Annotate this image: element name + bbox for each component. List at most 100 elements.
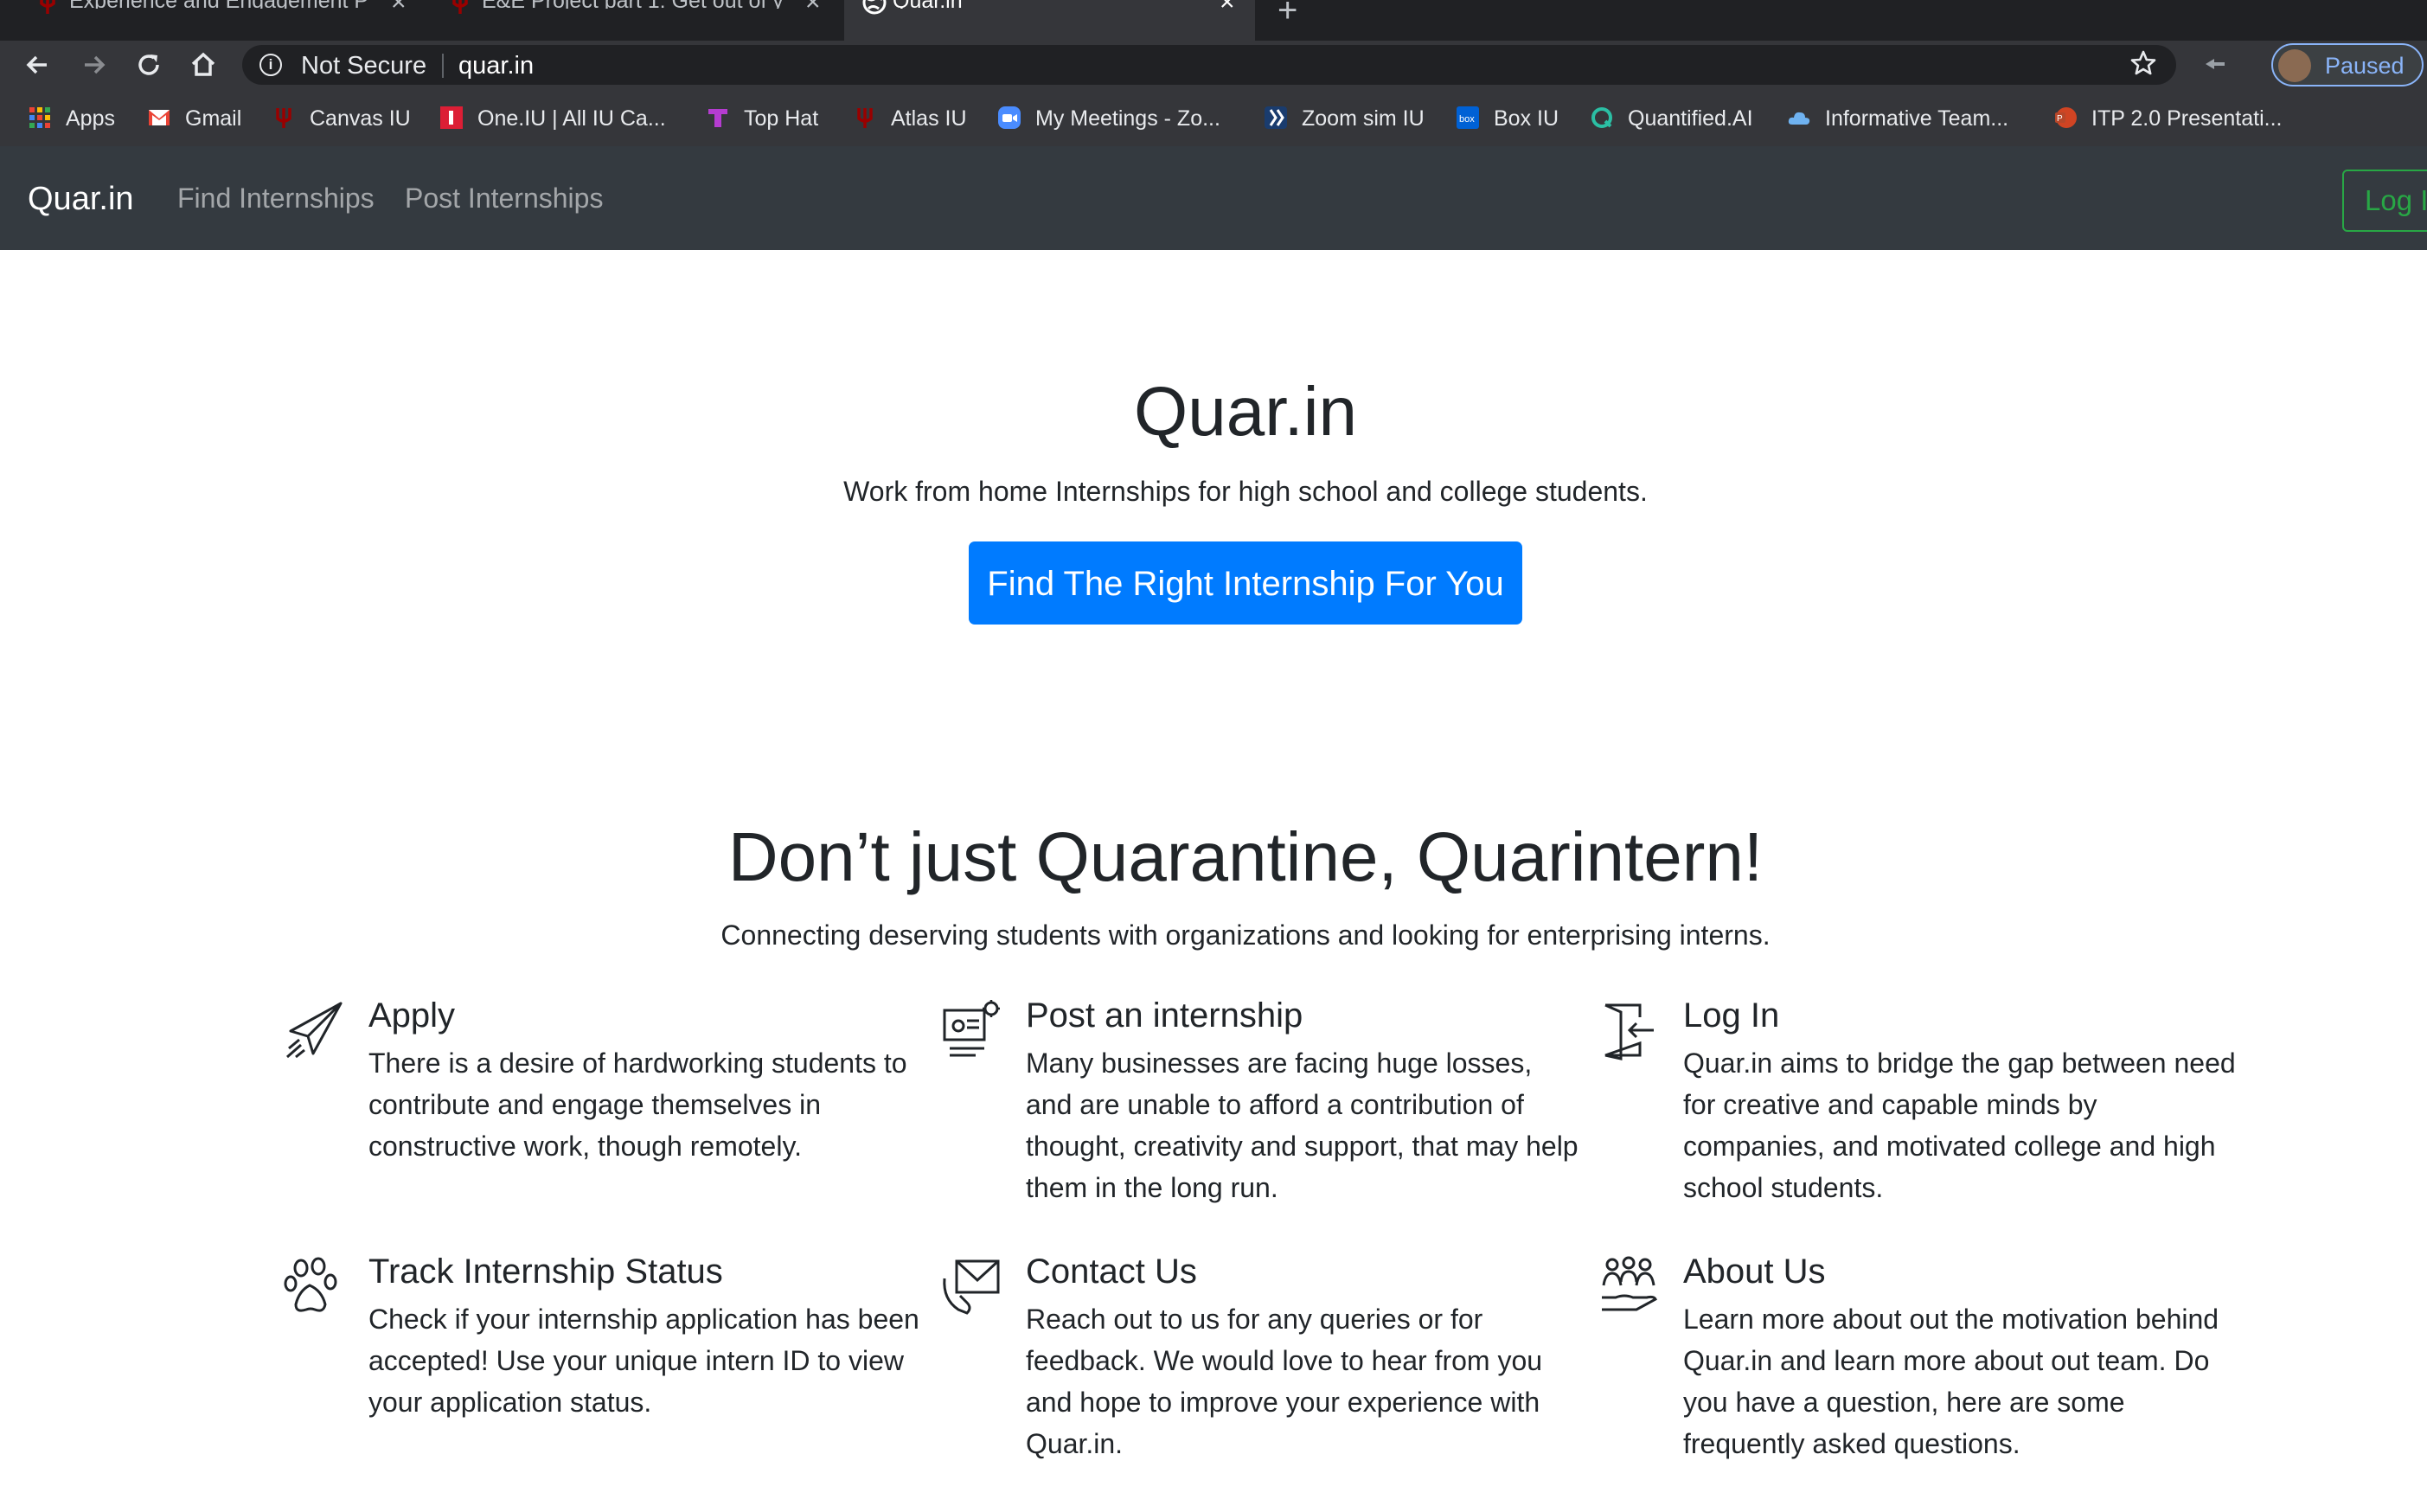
site-navbar: Quar.in Find Internships Post Internship… xyxy=(0,146,2427,250)
globe-icon xyxy=(862,0,887,15)
back-arrow-icon[interactable] xyxy=(21,48,55,82)
home-icon[interactable] xyxy=(186,48,221,82)
bookmark-star-icon[interactable] xyxy=(2129,49,2157,77)
bookmark-label: Gmail xyxy=(185,106,242,131)
bookmark-gmail[interactable]: Gmail xyxy=(149,106,242,131)
extension-icon[interactable] xyxy=(2204,54,2228,74)
feature-text: Many businesses are facing huge losses, … xyxy=(1026,1048,1579,1203)
presentation-board-icon xyxy=(943,1000,1000,1057)
omnibox-divider xyxy=(442,54,444,78)
feature-text: Learn more about out the motivation behi… xyxy=(1683,1304,2219,1459)
feature-log-in[interactable]: Log In Quar.in aims to bridge the gap be… xyxy=(1604,996,2237,1208)
hero-subtitle: Work from home Internships for high scho… xyxy=(843,476,1648,507)
bookmark-apps[interactable]: Apps xyxy=(29,106,115,131)
bookmarks-bar: Apps Gmail Canvas IU One.IU | All IU Ca.… xyxy=(0,89,2427,146)
bookmark-label: My Meetings - Zo... xyxy=(1035,106,1220,131)
apps-grid-icon xyxy=(29,107,50,128)
iu-trident-icon xyxy=(40,0,55,14)
bookmark-label: Canvas IU xyxy=(310,106,411,131)
bookmark-quantified[interactable]: Quantified.AI xyxy=(1591,106,1753,131)
feature-text: Check if your internship application has… xyxy=(368,1304,919,1418)
hero-title: Quar.in xyxy=(1134,373,1357,450)
bookmark-label: One.IU | All IU Ca... xyxy=(477,106,666,131)
feature-text: Quar.in aims to bridge the gap between n… xyxy=(1683,1048,2236,1203)
bookmark-label: Informative Team... xyxy=(1825,106,2009,131)
login-door-icon xyxy=(1604,1003,1654,1060)
feature-text: There is a desire of hardworking student… xyxy=(368,1048,907,1162)
browser-tab[interactable]: E&E Project part 1: Get out of y × xyxy=(442,0,840,41)
iu-trident-icon xyxy=(276,108,291,128)
top-hat-icon xyxy=(708,109,727,127)
bookmark-itp-presentation[interactable]: P ITP 2.0 Presentati... xyxy=(2055,106,2283,131)
tab-title: Experience and Engagement P xyxy=(69,0,372,9)
find-internship-button[interactable]: Find The Right Internship For You xyxy=(969,541,1522,625)
tab-title: E&E Project part 1: Get out of y xyxy=(482,0,784,9)
bookmark-canvas-iu[interactable]: Canvas IU xyxy=(276,106,411,131)
powerpoint-icon: P xyxy=(2055,107,2077,128)
close-icon[interactable]: × xyxy=(391,0,407,16)
bookmark-zoom-sim[interactable]: Zoom sim IU xyxy=(1265,106,1425,131)
feature-contact-us[interactable]: Contact Us Reach out to us for any queri… xyxy=(943,1253,1579,1464)
feature-title: Contact Us xyxy=(1026,1253,1197,1291)
nav-post-internships[interactable]: Post Internships xyxy=(405,183,603,215)
cloud-icon xyxy=(1788,112,1810,125)
forward-arrow-icon[interactable] xyxy=(76,48,111,82)
feature-apply[interactable]: Apply There is a desire of hardworking s… xyxy=(286,996,922,1167)
new-tab-button[interactable]: + xyxy=(1278,0,1297,30)
feature-title: Post an internship xyxy=(1026,996,1303,1035)
feature-title: Log In xyxy=(1683,996,1780,1035)
address-bar[interactable]: i Not Secure quar.in xyxy=(242,45,2176,85)
svg-text:box: box xyxy=(1459,114,1475,125)
quantified-icon xyxy=(1591,107,1612,128)
browser-toolbar: i Not Secure quar.in xyxy=(0,41,2427,89)
feature-track-status[interactable]: Track Internship Status Check if your in… xyxy=(284,1253,922,1423)
bookmark-atlas-iu[interactable]: Atlas IU xyxy=(857,106,967,131)
kaltura-icon xyxy=(1265,106,1287,129)
browser-tab-strip: Experience and Engagement P × E&E Projec… xyxy=(0,0,2427,41)
team-hand-icon xyxy=(1602,1256,1657,1311)
envelope-hand-icon xyxy=(943,1259,1000,1315)
section-subtitle: Connecting deserving students with organ… xyxy=(720,919,1771,951)
one-iu-icon xyxy=(440,106,463,129)
feature-title: Apply xyxy=(368,996,456,1035)
bookmark-label: Apps xyxy=(66,106,115,131)
avatar xyxy=(2278,49,2311,82)
info-icon[interactable]: i xyxy=(259,54,282,76)
section-title: Don’t just Quarantine, Quarintern! xyxy=(727,818,1764,895)
close-icon[interactable]: × xyxy=(805,0,821,16)
feature-title: Track Internship Status xyxy=(368,1253,723,1291)
feature-about-us[interactable]: About Us Learn more about out the motiva… xyxy=(1602,1253,2237,1464)
nav-find-internships[interactable]: Find Internships xyxy=(177,183,375,215)
svg-text:P: P xyxy=(2057,114,2063,124)
login-button[interactable]: Log In xyxy=(2342,170,2427,232)
bookmark-label: ITP 2.0 Presentati... xyxy=(2091,106,2283,131)
feature-post-internship[interactable]: Post an internship Many businesses are f… xyxy=(943,996,1579,1208)
browser-tab[interactable]: Experience and Engagement P × xyxy=(29,0,427,41)
paw-print-icon xyxy=(284,1257,337,1312)
close-icon[interactable]: × xyxy=(1220,0,1235,16)
bookmark-label: Top Hat xyxy=(744,106,819,131)
bookmark-top-hat[interactable]: Top Hat xyxy=(708,106,819,131)
bookmark-label: Atlas IU xyxy=(891,106,967,131)
zoom-icon xyxy=(998,106,1021,129)
paper-plane-icon xyxy=(286,1002,343,1059)
security-indicator[interactable]: Not Secure xyxy=(301,52,426,80)
bookmark-one-iu[interactable]: One.IU | All IU Ca... xyxy=(440,106,666,131)
reload-icon[interactable] xyxy=(131,48,166,82)
feature-title: About Us xyxy=(1683,1253,1826,1291)
tab-title: Quar.in xyxy=(893,0,963,9)
bookmark-label: Box IU xyxy=(1494,106,1559,131)
browser-tab-active[interactable]: Quar.in × xyxy=(844,0,1255,41)
iu-trident-icon xyxy=(452,0,468,14)
gmail-icon xyxy=(149,110,170,125)
bookmark-label: Zoom sim IU xyxy=(1302,106,1425,131)
bookmark-label: Quantified.AI xyxy=(1628,106,1753,131)
profile-status: Paused xyxy=(2325,53,2405,79)
site-brand[interactable]: Quar.in xyxy=(28,181,134,218)
iu-trident-icon xyxy=(857,108,873,128)
profile-button[interactable]: Paused xyxy=(2271,43,2424,86)
bookmark-box-iu[interactable]: box Box IU xyxy=(1457,106,1559,131)
bookmark-zoom-meetings[interactable]: My Meetings - Zo... xyxy=(998,106,1220,131)
url-text[interactable]: quar.in xyxy=(458,52,534,80)
bookmark-informative-team[interactable]: Informative Team... xyxy=(1788,106,2009,131)
